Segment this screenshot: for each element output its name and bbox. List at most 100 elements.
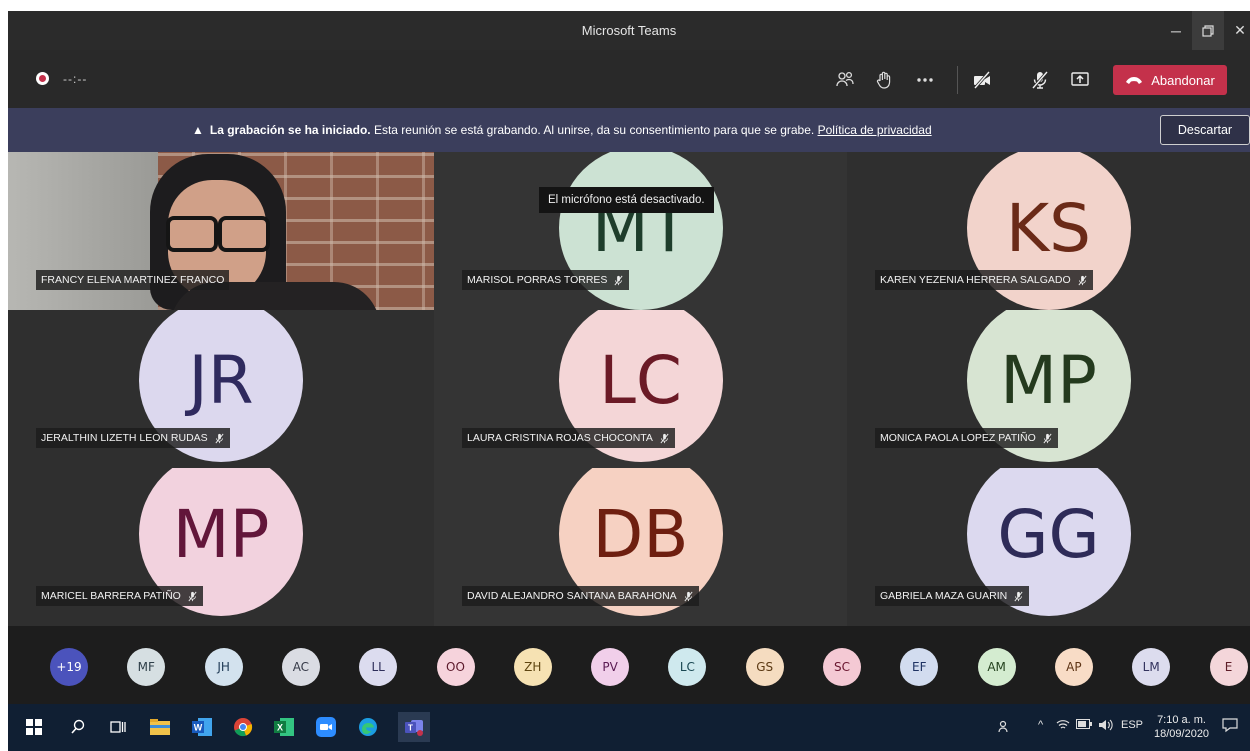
meeting-control-bar: --:-- Abandonar — [8, 50, 1250, 108]
search-icon[interactable] — [66, 715, 90, 739]
camera-off-icon[interactable] — [968, 66, 996, 94]
meeting-timer: --:-- — [63, 72, 88, 86]
participant-name: GABRIELA MAZA GUARIN — [880, 590, 1008, 602]
teams-app-icon[interactable]: T — [398, 712, 430, 742]
participant-strip-avatar[interactable]: LM — [1132, 648, 1171, 686]
participant-name: FRANCY ELENA MARTINEZ FRANCO — [41, 274, 225, 286]
participant-nameplate: LAURA CRISTINA ROJAS CHOCONTA — [462, 428, 675, 448]
mic-muted-tooltip: El micrófono está desactivado. — [539, 187, 714, 213]
participant-nameplate: FRANCY ELENA MARTINEZ FRANCO — [36, 270, 230, 290]
show-hidden-icons[interactable]: ^ — [1038, 719, 1043, 731]
title-bar: Microsoft Teams ─ ✕ — [8, 11, 1250, 50]
participant-strip-avatar[interactable]: ZH — [513, 648, 552, 686]
participant-nameplate: DAVID ALEJANDRO SANTANA BARAHONA — [462, 586, 699, 606]
edge-icon[interactable] — [356, 715, 380, 739]
participant-name: KAREN YEZENIA HERRERA SALGADO — [880, 274, 1071, 286]
mic-muted-icon — [187, 591, 198, 602]
participant-tile[interactable]: LC LAURA CRISTINA ROJAS CHOCONTA — [434, 310, 847, 468]
participant-strip-avatar[interactable]: EF — [900, 648, 939, 686]
battery-icon[interactable] — [1076, 719, 1092, 732]
taskbar-clock[interactable]: 7:10 a. m. 18/09/2020 — [1154, 713, 1209, 741]
participant-name: DAVID ALEJANDRO SANTANA BARAHONA — [467, 590, 677, 602]
banner-text: Esta reunión se está grabando. Al unirse… — [370, 123, 818, 137]
participant-tile[interactable]: KS KAREN YEZENIA HERRERA SALGADO — [847, 152, 1250, 310]
mic-muted-icon — [1077, 275, 1088, 286]
close-button[interactable]: ✕ — [1224, 11, 1250, 50]
participant-name: JERALTHIN LIZETH LEON RUDAS — [41, 432, 208, 444]
mic-muted-icon — [1042, 433, 1053, 444]
input-language[interactable]: ESP — [1121, 719, 1143, 731]
participant-tile[interactable]: MP MARICEL BARRERA PATIÑO — [8, 468, 434, 626]
teams-window: Microsoft Teams ─ ✕ --:-- Abandonar ▲ La… — [8, 11, 1250, 751]
participant-strip-avatar[interactable]: MF — [127, 648, 166, 686]
participant-strip-avatar[interactable]: OO — [436, 648, 475, 686]
mic-muted-icon — [214, 433, 225, 444]
chrome-icon[interactable] — [231, 715, 255, 739]
toolbar-divider — [957, 66, 958, 94]
participant-strip-avatar[interactable]: LC — [668, 648, 707, 686]
task-view-icon[interactable] — [106, 715, 130, 739]
more-participants-badge[interactable]: +19 — [50, 648, 88, 686]
participant-tile[interactable]: DB DAVID ALEJANDRO SANTANA BARAHONA — [434, 468, 847, 626]
people-icon[interactable] — [998, 719, 1012, 736]
participant-name: MARISOL PORRAS TORRES — [467, 274, 608, 286]
participant-strip-avatar[interactable]: E — [1209, 648, 1248, 686]
participant-nameplate: GABRIELA MAZA GUARIN — [875, 586, 1030, 606]
participant-strip-avatar[interactable]: AC — [281, 648, 320, 686]
recording-banner: ▲ La grabación se ha iniciado. Esta reuni… — [8, 108, 1250, 152]
participant-name: MARICEL BARRERA PATIÑO — [41, 590, 181, 602]
leave-label: Abandonar — [1151, 72, 1215, 88]
participant-name: MONICA PAOLA LOPEZ PATIÑO — [880, 432, 1036, 444]
participant-strip-avatar[interactable]: SC — [823, 648, 861, 686]
windows-start-icon[interactable] — [22, 715, 46, 739]
warning-icon: ▲ — [192, 123, 204, 137]
participant-tile[interactable]: MP MONICA PAOLA LOPEZ PATIÑO — [847, 310, 1250, 468]
zoom-app-icon[interactable] — [314, 715, 338, 739]
participant-strip-avatar[interactable]: LL — [359, 648, 398, 686]
privacy-policy-link[interactable]: Política de privacidad — [818, 123, 932, 137]
participants-icon[interactable] — [831, 66, 859, 94]
dismiss-button[interactable]: Descartar — [1160, 115, 1250, 145]
participant-strip-avatar[interactable]: AM — [977, 648, 1016, 686]
mic-muted-icon — [613, 275, 624, 286]
clock-time: 7:10 a. m. — [1157, 714, 1206, 726]
participant-strip-avatar[interactable]: AP — [1054, 648, 1093, 686]
excel-icon[interactable]: X — [272, 715, 296, 739]
participant-strip-avatar[interactable]: GS — [745, 648, 784, 686]
participant-name: LAURA CRISTINA ROJAS CHOCONTA — [467, 432, 653, 444]
raise-hand-icon[interactable] — [870, 66, 898, 94]
video-grid: FRANCY ELENA MARTINEZ FRANCO MT MARISOL PO… — [8, 152, 1250, 626]
participant-tile[interactable]: GG GABRIELA MAZA GUARIN — [847, 468, 1250, 626]
more-options-icon[interactable] — [911, 66, 939, 94]
participant-tile[interactable]: MT MARISOL PORRAS TORRES — [434, 152, 847, 310]
banner-title: La grabación se ha iniciado. — [209, 123, 371, 137]
participant-nameplate: MARICEL BARRERA PATIÑO — [36, 586, 203, 606]
participant-nameplate: KAREN YEZENIA HERRERA SALGADO — [875, 270, 1093, 290]
participant-nameplate: JERALTHIN LIZETH LEON RUDAS — [36, 428, 230, 448]
svg-text:X: X — [277, 723, 283, 733]
svg-text:T: T — [408, 724, 413, 733]
participant-nameplate: MONICA PAOLA LOPEZ PATIÑO — [875, 428, 1058, 448]
participant-strip-avatar[interactable]: PV — [591, 648, 630, 686]
restore-button[interactable] — [1192, 11, 1224, 50]
participant-tile[interactable]: FRANCY ELENA MARTINEZ FRANCO — [8, 152, 434, 310]
recording-icon — [36, 72, 49, 85]
participant-strip: +19 MF JH AC LL OO ZH PV LC GS SC EF AM AP LM E — [8, 626, 1250, 704]
svg-text:W: W — [194, 723, 203, 733]
participant-tile[interactable]: JR JERALTHIN LIZETH LEON RUDAS — [8, 310, 434, 468]
wifi-icon[interactable] — [1056, 719, 1070, 734]
volume-icon[interactable] — [1098, 719, 1114, 734]
participant-strip-avatar[interactable]: JH — [204, 648, 243, 686]
leave-button[interactable]: Abandonar — [1113, 65, 1227, 95]
mic-muted-icon — [659, 433, 670, 444]
clock-date: 18/09/2020 — [1154, 728, 1210, 740]
window-title: Microsoft Teams — [581, 23, 677, 38]
share-screen-icon[interactable] — [1066, 66, 1094, 94]
file-explorer-icon[interactable] — [148, 715, 172, 739]
participant-nameplate: MARISOL PORRAS TORRES — [462, 270, 630, 290]
notifications-icon[interactable] — [1222, 717, 1238, 736]
word-icon[interactable]: W — [190, 715, 214, 739]
mic-off-icon[interactable] — [1026, 66, 1054, 94]
minimize-button[interactable]: ─ — [1160, 11, 1192, 50]
mic-muted-icon — [1013, 591, 1024, 602]
